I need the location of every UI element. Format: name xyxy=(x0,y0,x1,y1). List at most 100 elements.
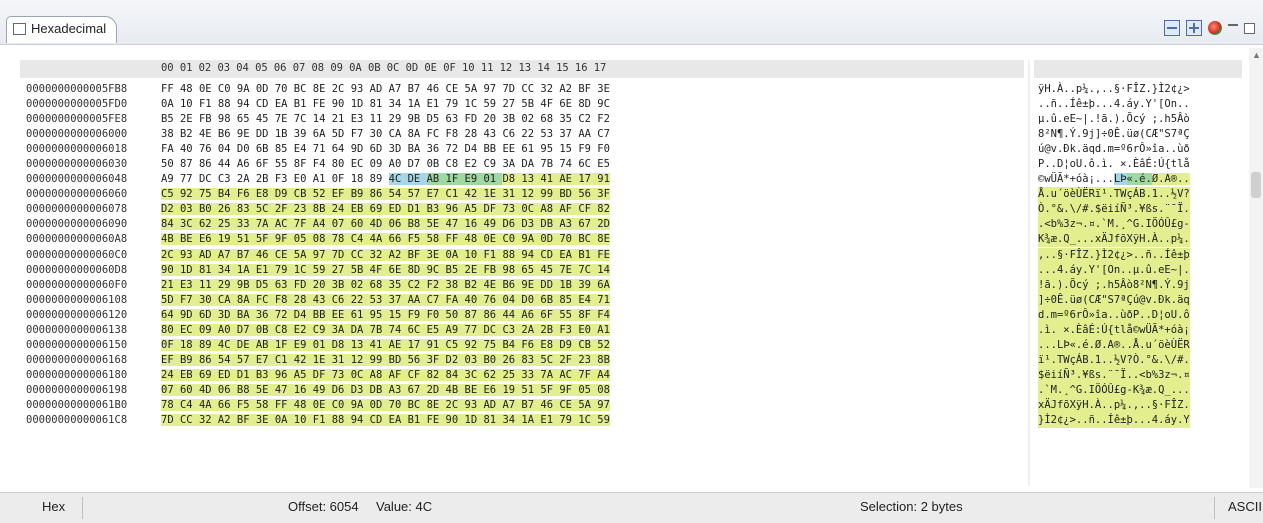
row-hex-bytes[interactable]: EF B9 86 54 57 E7 C1 42 1E 31 12 99 BD 5… xyxy=(161,353,610,368)
hex-byte[interactable]: FA xyxy=(161,143,180,155)
hex-byte[interactable]: 13 xyxy=(521,173,541,186)
hex-byte[interactable]: C3 xyxy=(502,323,522,336)
hex-byte[interactable]: C2 xyxy=(407,278,427,291)
hex-byte[interactable]: 3E xyxy=(255,414,275,427)
row-hex-bytes[interactable]: 0A 10 F1 88 94 CD EA B1 FE 90 1D 81 34 1… xyxy=(161,97,610,112)
hex-byte[interactable]: 8E xyxy=(426,398,446,411)
hex-byte[interactable]: 98 xyxy=(218,113,237,125)
hex-byte[interactable]: 6D xyxy=(198,308,218,321)
hex-byte[interactable]: 2A xyxy=(237,173,256,185)
hex-byte[interactable]: 23 xyxy=(293,203,313,216)
row-ascii[interactable]: ï¹.TWçÁB.1..½V?Ò.°&.\/#. xyxy=(1038,352,1190,368)
row-ascii[interactable]: }Ì2¢¿>..ñ..Íê±þ...4.áy.Y xyxy=(1038,413,1190,429)
hex-byte[interactable]: 25 xyxy=(217,218,237,231)
hex-byte[interactable]: 01 xyxy=(312,338,332,351)
hex-byte[interactable]: CB xyxy=(578,338,598,351)
hex-byte[interactable]: 01 xyxy=(483,173,503,186)
hex-byte[interactable]: 24 xyxy=(331,203,351,216)
hex-byte[interactable]: FC xyxy=(255,293,275,306)
hex-byte[interactable]: F1 xyxy=(199,98,218,110)
hex-byte[interactable]: DD xyxy=(540,278,560,291)
hex-byte[interactable]: 83 xyxy=(521,353,541,366)
hex-byte[interactable]: 29 xyxy=(217,278,237,291)
hex-byte[interactable]: B3 xyxy=(426,203,446,216)
hex-byte[interactable]: B7 xyxy=(521,398,541,411)
hex-byte[interactable]: 28 xyxy=(465,128,484,140)
hex-byte[interactable]: 5A xyxy=(578,398,598,411)
hex-byte[interactable]: 79 xyxy=(274,263,294,276)
row-ascii[interactable]: ...4.áy.Y'[On..µ.û.eE~|. xyxy=(1038,262,1190,278)
hex-byte[interactable]: AE xyxy=(388,338,408,351)
hex-byte[interactable]: F0 xyxy=(597,143,610,155)
hex-byte[interactable]: 28 xyxy=(293,293,313,306)
hex-byte[interactable]: 73 xyxy=(502,203,522,216)
hex-byte[interactable]: C9 xyxy=(483,158,502,170)
hex-byte[interactable]: 5D xyxy=(161,293,180,306)
hex-byte[interactable]: 26 xyxy=(217,203,237,216)
hex-byte[interactable]: B1 xyxy=(294,98,313,110)
hex-byte[interactable]: 3C xyxy=(179,218,199,231)
hex-byte[interactable]: 4E xyxy=(199,128,218,140)
hex-byte[interactable]: 6D xyxy=(370,143,389,155)
hex-byte[interactable]: 36 xyxy=(427,143,446,155)
hex-byte[interactable]: FE xyxy=(313,98,332,110)
hex-byte[interactable]: 9E xyxy=(237,128,256,140)
hex-byte[interactable]: 5D xyxy=(332,128,351,140)
hex-byte[interactable]: 5E xyxy=(255,383,275,396)
hex-byte[interactable]: FD xyxy=(465,113,484,125)
hex-byte[interactable]: C0 xyxy=(331,398,351,411)
hex-byte[interactable]: 1F xyxy=(274,338,294,351)
row-hex-bytes[interactable]: 64 9D 6D 3D BA 36 72 D4 BB EE 61 95 15 F… xyxy=(161,308,610,323)
hex-byte[interactable]: 7F xyxy=(293,218,313,231)
hex-byte[interactable]: 12 xyxy=(350,353,370,366)
hex-byte[interactable]: 9B xyxy=(236,278,256,291)
hex-byte[interactable]: D0 xyxy=(521,293,541,306)
row-hex-bytes[interactable]: C5 92 75 B4 F6 E8 D9 CB 52 EF B9 86 54 5… xyxy=(161,187,610,202)
hex-byte[interactable]: 16 xyxy=(464,218,484,231)
row-ascii[interactable]: !ã.).Õcý ;.h5Âò8²N¶.Ý.9j xyxy=(1038,277,1190,293)
hex-byte[interactable]: 09 xyxy=(198,323,218,336)
hex-byte[interactable]: 6E xyxy=(559,98,578,110)
hex-byte[interactable]: F9 xyxy=(407,308,427,321)
hex-byte[interactable]: 0F xyxy=(161,338,180,351)
hex-byte[interactable]: 5A xyxy=(465,83,484,95)
hex-byte[interactable]: 65 xyxy=(237,113,256,125)
hex-byte[interactable]: 9A xyxy=(521,233,541,246)
hex-byte[interactable]: 8A xyxy=(408,128,427,140)
hex-byte[interactable]: D6 xyxy=(502,218,522,231)
hex-byte[interactable]: EB xyxy=(179,368,199,381)
hex-byte[interactable]: AD xyxy=(370,83,389,95)
hex-byte[interactable]: FE xyxy=(597,248,610,261)
hex-byte[interactable]: 71 xyxy=(313,143,332,155)
hex-byte[interactable]: 9C xyxy=(426,263,446,276)
hex-byte[interactable]: 1E xyxy=(312,353,332,366)
row-ascii[interactable]: d.m=º6rÔ»îa..ùðP..D¦oU.ô xyxy=(1038,307,1190,323)
hex-byte[interactable]: 1C xyxy=(293,263,313,276)
hex-byte[interactable]: 46 xyxy=(255,248,275,261)
hex-byte[interactable]: 69 xyxy=(369,203,389,216)
hex-byte[interactable]: 5F xyxy=(255,233,275,246)
hex-byte[interactable]: 8B xyxy=(597,353,610,366)
hex-byte[interactable]: F4 xyxy=(313,158,332,170)
hex-byte[interactable]: 1C xyxy=(465,98,484,110)
hex-byte[interactable]: C8 xyxy=(446,158,465,170)
hex-byte[interactable]: 37 xyxy=(388,293,408,306)
hex-byte[interactable]: 72 xyxy=(446,143,465,155)
hex-byte[interactable]: 7B xyxy=(369,323,389,336)
hex-byte[interactable]: 06 xyxy=(217,383,237,396)
hex-byte[interactable]: BB xyxy=(483,143,502,155)
hex-byte[interactable]: C0 xyxy=(502,233,522,246)
hex-byte[interactable]: 80 xyxy=(332,158,351,170)
hex-byte[interactable]: 53 xyxy=(540,128,559,140)
hex-byte[interactable]: B9 xyxy=(350,188,370,201)
hex-byte[interactable]: D0 xyxy=(237,143,256,155)
hex-byte[interactable]: 77 xyxy=(180,173,199,185)
hex-byte[interactable]: F8 xyxy=(446,128,465,140)
hex-byte[interactable]: EB xyxy=(350,203,370,216)
hex-byte[interactable]: 95 xyxy=(369,308,389,321)
hex-byte[interactable]: 3B xyxy=(331,278,351,291)
hex-byte[interactable]: A2 xyxy=(217,414,237,427)
hex-byte[interactable]: 8D xyxy=(407,263,427,276)
hex-byte[interactable]: 1A xyxy=(236,263,256,276)
hex-byte[interactable]: 0C xyxy=(521,203,541,216)
